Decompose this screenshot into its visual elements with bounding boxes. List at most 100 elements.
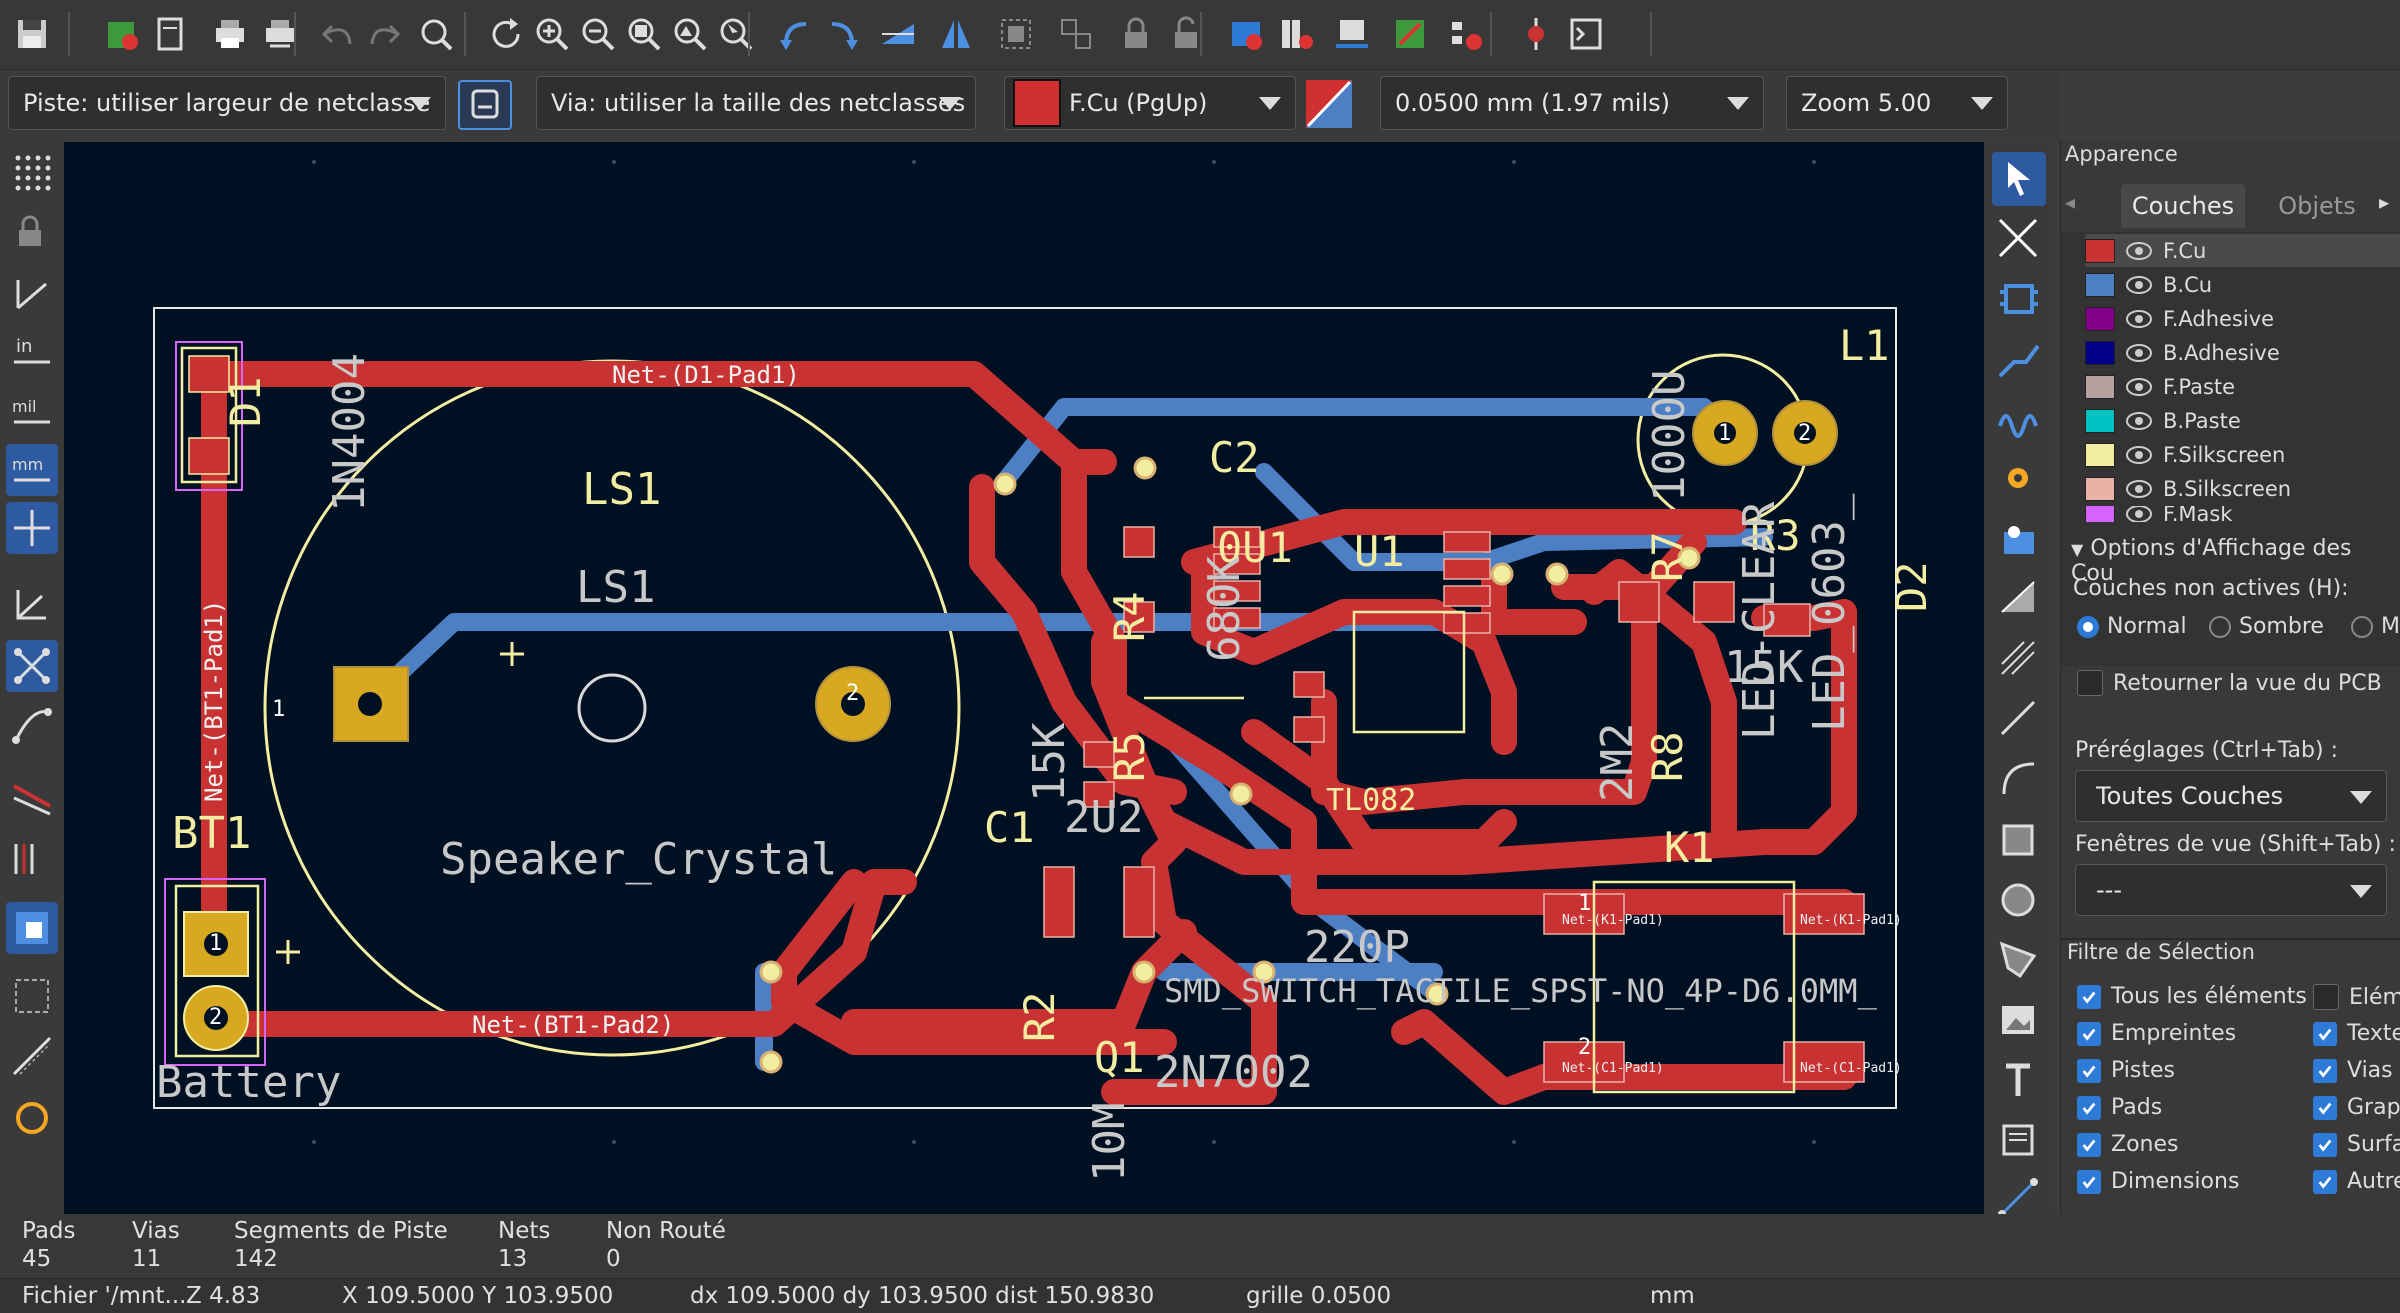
lock-button[interactable] bbox=[1110, 8, 1162, 60]
rotate-cw-button[interactable] bbox=[816, 8, 868, 60]
layer-color-swatch[interactable] bbox=[2085, 442, 2115, 467]
grid-dots-button[interactable] bbox=[6, 146, 58, 198]
zoom-in-button[interactable] bbox=[526, 8, 578, 60]
footprint-library-button[interactable] bbox=[1270, 8, 1322, 60]
layer-row-f-cu[interactable]: F.Cu bbox=[2085, 234, 2400, 267]
refresh-button[interactable] bbox=[480, 8, 532, 60]
layer-row-f-silkscreen[interactable]: F.Silkscreen bbox=[2085, 438, 2400, 471]
draw-circle-button[interactable] bbox=[1992, 874, 2046, 928]
cursor-crosshair-button[interactable] bbox=[6, 502, 58, 554]
zoom-selection-button[interactable] bbox=[710, 8, 762, 60]
eye-icon[interactable] bbox=[2125, 479, 2153, 499]
layer-row-f-paste[interactable]: F.Paste bbox=[2085, 370, 2400, 403]
route-diff-pair-button[interactable] bbox=[1992, 392, 2046, 446]
layer-row-b-paste[interactable]: B.Paste bbox=[2085, 404, 2400, 437]
layer-row-b-silkscreen[interactable]: B.Silkscreen bbox=[2085, 472, 2400, 505]
layer-color-swatch[interactable] bbox=[2085, 374, 2115, 399]
layer-pair-button[interactable] bbox=[1306, 80, 1352, 128]
draw-arc-button[interactable] bbox=[1992, 752, 2046, 806]
drc-button[interactable] bbox=[1440, 8, 1492, 60]
zoom-out-button[interactable] bbox=[572, 8, 624, 60]
print-button[interactable] bbox=[204, 8, 256, 60]
plot-button[interactable] bbox=[254, 8, 306, 60]
layer-color-swatch[interactable] bbox=[2085, 238, 2115, 263]
layer-color-swatch[interactable] bbox=[2085, 408, 2115, 433]
lock-button[interactable] bbox=[6, 208, 58, 260]
eye-icon[interactable] bbox=[2125, 309, 2153, 329]
layer-color-swatch[interactable] bbox=[2085, 476, 2115, 501]
layer-row-f-adhesive[interactable]: F.Adhesive bbox=[2085, 302, 2400, 335]
scripting-button[interactable] bbox=[1384, 8, 1436, 60]
board-setup-button[interactable] bbox=[96, 8, 148, 60]
ratsnest-button[interactable] bbox=[6, 640, 58, 692]
track-width-select[interactable]: Piste: utiliser largeur de netclasse bbox=[8, 76, 446, 130]
add-image-button[interactable] bbox=[1992, 994, 2046, 1048]
eye-icon[interactable] bbox=[2125, 241, 2153, 261]
pcb-canvas[interactable]: LS1 BT1 C2 U1 R3 C1 TL082 K1 Q1 L1 0U1 D… bbox=[64, 142, 1984, 1214]
eye-icon[interactable] bbox=[2125, 275, 2153, 295]
group-button[interactable] bbox=[990, 8, 1042, 60]
layer-color-swatch[interactable] bbox=[2085, 340, 2115, 365]
high-contrast-button[interactable] bbox=[6, 902, 58, 954]
eye-icon[interactable] bbox=[2125, 377, 2153, 397]
add-zone-button[interactable] bbox=[1992, 572, 2046, 626]
layer-color-swatch[interactable] bbox=[2085, 272, 2115, 297]
eye-icon[interactable] bbox=[2125, 411, 2153, 431]
eye-icon[interactable] bbox=[2125, 343, 2153, 363]
ungroup-button[interactable] bbox=[1050, 8, 1102, 60]
grid-select[interactable]: 0.0500 mm (1.97 mils) bbox=[1380, 76, 1764, 130]
filter-checkbox[interactable]: Pads bbox=[2077, 1095, 2162, 1120]
zoom-fit-button[interactable] bbox=[618, 8, 670, 60]
filter-checkbox[interactable]: Autre bbox=[2313, 1169, 2400, 1194]
radio-dim[interactable]: Sombre bbox=[2209, 614, 2324, 639]
flip-button[interactable] bbox=[872, 8, 924, 60]
radio-hide[interactable]: M bbox=[2351, 614, 2400, 639]
filter-checkbox[interactable]: Zones bbox=[2077, 1132, 2178, 1157]
layer-color-swatch[interactable] bbox=[2085, 306, 2115, 331]
add-text-button[interactable] bbox=[1992, 1054, 2046, 1108]
layer-row-b-adhesive[interactable]: B.Adhesive bbox=[2085, 336, 2400, 369]
draw-rectangle-button[interactable] bbox=[1992, 814, 2046, 868]
add-textbox-button[interactable] bbox=[1992, 1114, 2046, 1168]
add-via-button[interactable] bbox=[1992, 512, 2046, 566]
page-settings-button[interactable] bbox=[144, 8, 196, 60]
via-size-select[interactable]: Via: utiliser la taille des netclasses bbox=[536, 76, 976, 130]
eye-icon[interactable] bbox=[2125, 445, 2153, 465]
eye-icon[interactable] bbox=[2125, 506, 2153, 522]
tab-objects[interactable]: Objets bbox=[2257, 184, 2377, 228]
unlock-button[interactable] bbox=[1160, 8, 1212, 60]
netlist-button[interactable] bbox=[1220, 8, 1272, 60]
redo-button[interactable] bbox=[358, 8, 410, 60]
mm-units-button[interactable]: mm bbox=[6, 444, 58, 496]
layer-colors-button[interactable] bbox=[6, 830, 58, 882]
layer-row-b-cu[interactable]: B.Cu bbox=[2085, 268, 2400, 301]
mil-units-button[interactable]: mil bbox=[6, 386, 58, 438]
tracks-outline-button[interactable] bbox=[6, 1030, 58, 1082]
add-rule-area-button[interactable] bbox=[1992, 632, 2046, 686]
angle-button[interactable] bbox=[6, 268, 58, 320]
filter-checkbox[interactable]: Dimensions bbox=[2077, 1169, 2239, 1194]
polar-coords-button[interactable] bbox=[6, 578, 58, 630]
route-track-button[interactable] bbox=[1992, 332, 2046, 386]
filter-checkbox[interactable]: Vias bbox=[2313, 1058, 2393, 1083]
curved-ratsnest-button[interactable] bbox=[6, 700, 58, 752]
filter-checkbox[interactable]: Texte bbox=[2313, 1021, 2400, 1046]
tab-layers[interactable]: Couches bbox=[2121, 184, 2245, 228]
select-button[interactable] bbox=[1992, 152, 2046, 206]
zoom-select[interactable]: Zoom 5.00 bbox=[1786, 76, 2008, 130]
presets-select[interactable]: Toutes Couches bbox=[2075, 770, 2387, 822]
layer-color-swatch[interactable] bbox=[2085, 506, 2115, 522]
filter-checkbox[interactable]: Surfa bbox=[2313, 1132, 2400, 1157]
draw-polygon-button[interactable] bbox=[1992, 934, 2046, 988]
tab-scroll-right-icon[interactable]: ▸ bbox=[2379, 190, 2399, 226]
update-pcb-button[interactable] bbox=[1510, 8, 1562, 60]
pads-outline-button[interactable] bbox=[6, 1092, 58, 1144]
highlight-net-button[interactable] bbox=[1992, 212, 2046, 266]
layer-select[interactable]: F.Cu (PgUp) bbox=[1004, 76, 1296, 130]
filter-checkbox[interactable]: Pistes bbox=[2077, 1058, 2175, 1083]
viewports-select[interactable]: --- bbox=[2075, 864, 2387, 916]
tune-length-button[interactable] bbox=[1992, 452, 2046, 506]
save-button[interactable] bbox=[6, 8, 58, 60]
undo-button[interactable] bbox=[312, 8, 364, 60]
net-color-button[interactable] bbox=[6, 770, 58, 822]
